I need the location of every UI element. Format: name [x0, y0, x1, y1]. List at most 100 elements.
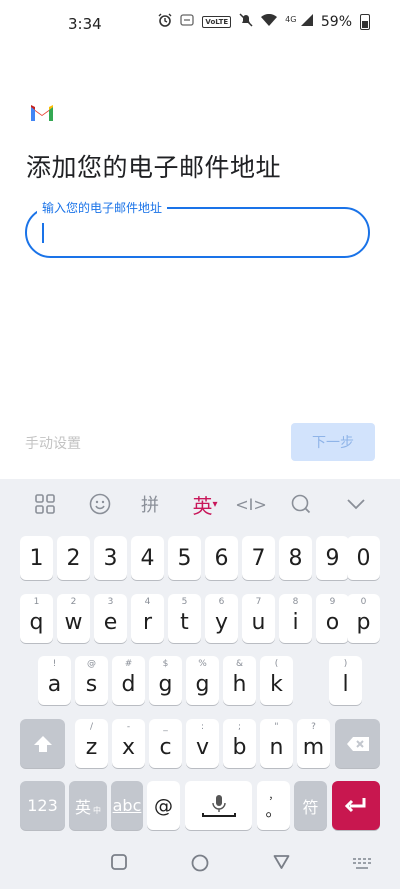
key-a[interactable]: ! a [38, 656, 71, 705]
key-u[interactable]: 7u [242, 594, 275, 643]
shift-key[interactable] [20, 719, 65, 768]
backspace-icon [346, 736, 369, 751]
abc-key[interactable]: abc [111, 781, 143, 830]
network-type: 4G [285, 15, 297, 24]
grid-menu-icon[interactable] [32, 491, 58, 517]
key-7[interactable]: 7 [242, 536, 275, 580]
key-label: g [158, 672, 173, 697]
key-label: n [269, 735, 284, 760]
space-key[interactable] [185, 781, 252, 830]
key-hint: 7 [255, 597, 262, 607]
key-o[interactable]: 9o [316, 594, 349, 643]
key-label: k [270, 672, 283, 697]
key-v[interactable]: :v [186, 719, 219, 768]
key-y[interactable]: 6y [205, 594, 238, 643]
key-g-1[interactable]: $ g [149, 656, 182, 705]
cursor-move-icon[interactable]: <I> [235, 491, 267, 517]
language-label: 英 [192, 493, 213, 518]
enter-key[interactable] [332, 781, 380, 830]
key-1[interactable]: 1 [20, 536, 53, 580]
at-key[interactable]: @ [147, 781, 180, 830]
key-t[interactable]: 5t [168, 594, 201, 643]
key-label: q [29, 610, 44, 635]
email-field[interactable]: 输入您的电子邮件地址 [25, 199, 370, 258]
backspace-key[interactable] [335, 719, 380, 768]
key-d[interactable]: # d [112, 656, 145, 705]
key-3[interactable]: 3 [94, 536, 127, 580]
status-icons: VoLTE 4G 59% [158, 13, 370, 31]
key-m[interactable]: ? m [297, 719, 330, 768]
app-notification-icon [180, 14, 195, 30]
back-icon[interactable] [273, 854, 290, 874]
key-l[interactable]: ) l [329, 656, 362, 705]
language-key[interactable]: 英 中 [69, 781, 107, 830]
status-time: 3:34 [68, 15, 102, 33]
key-label: 2 [66, 545, 81, 571]
key-6[interactable]: 6 [205, 536, 238, 580]
key-s[interactable]: @ s [75, 656, 108, 705]
microphone-icon [201, 794, 236, 817]
key-x[interactable]: -x [112, 719, 145, 768]
pinyin-button[interactable]: 拼 [137, 491, 163, 517]
key-b[interactable]: ; b [223, 719, 256, 768]
key-z[interactable]: / z [75, 719, 108, 768]
key-hint: & [235, 659, 244, 669]
key-label: v [195, 735, 210, 760]
email-field-label: 输入您的电子邮件地址 [37, 199, 168, 216]
manual-setup-link[interactable]: 手动设置 [25, 433, 81, 453]
key-w[interactable]: 2w [57, 594, 90, 643]
key-hint: : [200, 722, 205, 732]
key-8[interactable]: 8 [279, 536, 312, 580]
key-label: e [103, 610, 118, 635]
key-c[interactable]: _ c [149, 719, 182, 768]
key-hint: 8 [292, 597, 299, 607]
key-n[interactable]: " n [260, 719, 293, 768]
key-label: 1 [29, 545, 44, 571]
key-hint: $ [162, 659, 169, 669]
key-h[interactable]: & h [223, 656, 256, 705]
signal-icon: 4G [285, 14, 313, 30]
recents-icon[interactable] [111, 854, 127, 874]
key-label: r [142, 610, 153, 635]
key-5[interactable]: 5 [168, 536, 201, 580]
key-label: o [325, 610, 340, 635]
key-hint: @ [87, 659, 96, 669]
key-e[interactable]: 3e [94, 594, 127, 643]
comma-label: ， [268, 790, 279, 802]
symbol-key[interactable]: 符 [294, 781, 327, 830]
key-label: g [195, 672, 210, 697]
key-hint: # [124, 659, 133, 669]
key-hint: 6 [218, 597, 225, 607]
numeric-mode-key[interactable]: 123 [20, 781, 65, 830]
key-label: y [214, 610, 229, 635]
emoji-icon[interactable] [87, 491, 113, 517]
key-p[interactable]: 0p [347, 594, 380, 643]
key-label: 3 [103, 545, 118, 571]
collapse-keyboard-icon[interactable] [343, 491, 369, 517]
key-hint: _ [163, 722, 168, 732]
key-9[interactable]: 9 [316, 536, 349, 580]
navigation-bar [0, 842, 400, 889]
key-hint: 1 [33, 597, 40, 607]
key-label: 英 [74, 797, 91, 817]
key-k[interactable]: (k [260, 656, 293, 705]
search-icon[interactable] [288, 491, 314, 517]
key-label: p [356, 610, 371, 635]
punctuation-key[interactable]: ， 。 [257, 781, 290, 830]
next-button[interactable]: 下一步 [291, 423, 375, 461]
home-icon[interactable] [191, 854, 209, 876]
enter-icon [344, 797, 366, 812]
alarm-icon [158, 13, 172, 31]
key-i[interactable]: 8i [279, 594, 312, 643]
language-switch[interactable]: 英 ▾ [188, 491, 222, 518]
keyboard-switch-icon[interactable] [352, 856, 372, 875]
key-r[interactable]: 4r [131, 594, 164, 643]
key-0[interactable]: 0 [347, 536, 380, 580]
key-2[interactable]: 2 [57, 536, 90, 580]
key-hint: 中 [93, 806, 101, 815]
key-g-2[interactable]: % g [186, 656, 219, 705]
key-label: m [302, 735, 325, 760]
key-4[interactable]: 4 [131, 536, 164, 580]
key-q[interactable]: 1q [20, 594, 53, 643]
volte-icon: VoLTE [202, 16, 232, 28]
